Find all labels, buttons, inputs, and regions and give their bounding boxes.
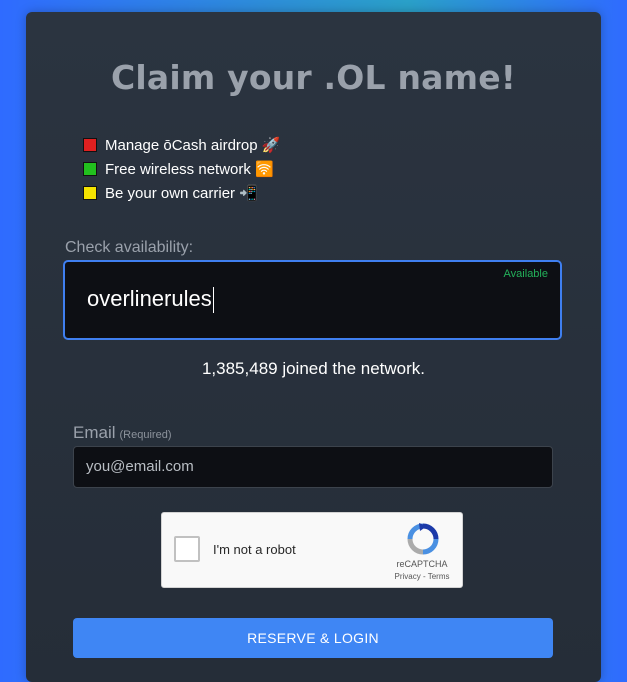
recaptcha-checkbox[interactable] xyxy=(174,536,200,562)
feature-list: Manage ōCash airdrop 🚀 Free wireless net… xyxy=(83,133,280,205)
recaptcha-links[interactable]: Privacy - Terms xyxy=(388,572,456,581)
recaptcha-label: I'm not a robot xyxy=(213,542,296,557)
check-availability-label: Check availability: xyxy=(65,239,194,256)
required-note: (Required) xyxy=(119,429,172,441)
recaptcha-brand: reCAPTCHA xyxy=(396,559,448,569)
page-title: Claim your .OL name! xyxy=(110,58,517,97)
claim-card: Claim your .OL name! Manage ōCash airdro… xyxy=(26,12,601,682)
feature-label: Manage ōCash airdrop 🚀 xyxy=(105,137,281,154)
feature-item-airdrop: Manage ōCash airdrop 🚀 xyxy=(83,133,280,157)
reserve-login-button[interactable]: RESERVE & LOGIN xyxy=(73,618,553,658)
email-placeholder: you@email.com xyxy=(86,458,194,475)
feature-label: Be your own carrier 📲 xyxy=(105,185,258,202)
availability-status: Available xyxy=(503,268,548,280)
feature-item-carrier: Be your own carrier 📲 xyxy=(83,181,280,205)
yellow-square-icon xyxy=(83,186,97,200)
green-square-icon xyxy=(83,162,97,176)
name-search-input[interactable]: Available overlinerules xyxy=(63,260,562,340)
email-label-text: Email xyxy=(73,423,116,442)
name-input-value: overlinerules xyxy=(87,286,214,314)
feature-item-wireless: Free wireless network 🛜 xyxy=(83,157,280,181)
recaptcha-logo-icon xyxy=(407,523,439,555)
name-input-text: overlinerules xyxy=(87,286,212,311)
feature-label: Free wireless network 🛜 xyxy=(105,161,274,178)
email-label: Email (Required) xyxy=(73,423,171,443)
red-square-icon xyxy=(83,138,97,152)
recaptcha-widget: I'm not a robot reCAPTCHA Privacy - Term… xyxy=(161,512,463,588)
text-caret xyxy=(212,287,214,314)
joined-count-text: 1,385,489 joined the network. xyxy=(201,359,426,378)
email-field[interactable]: you@email.com xyxy=(73,446,553,488)
